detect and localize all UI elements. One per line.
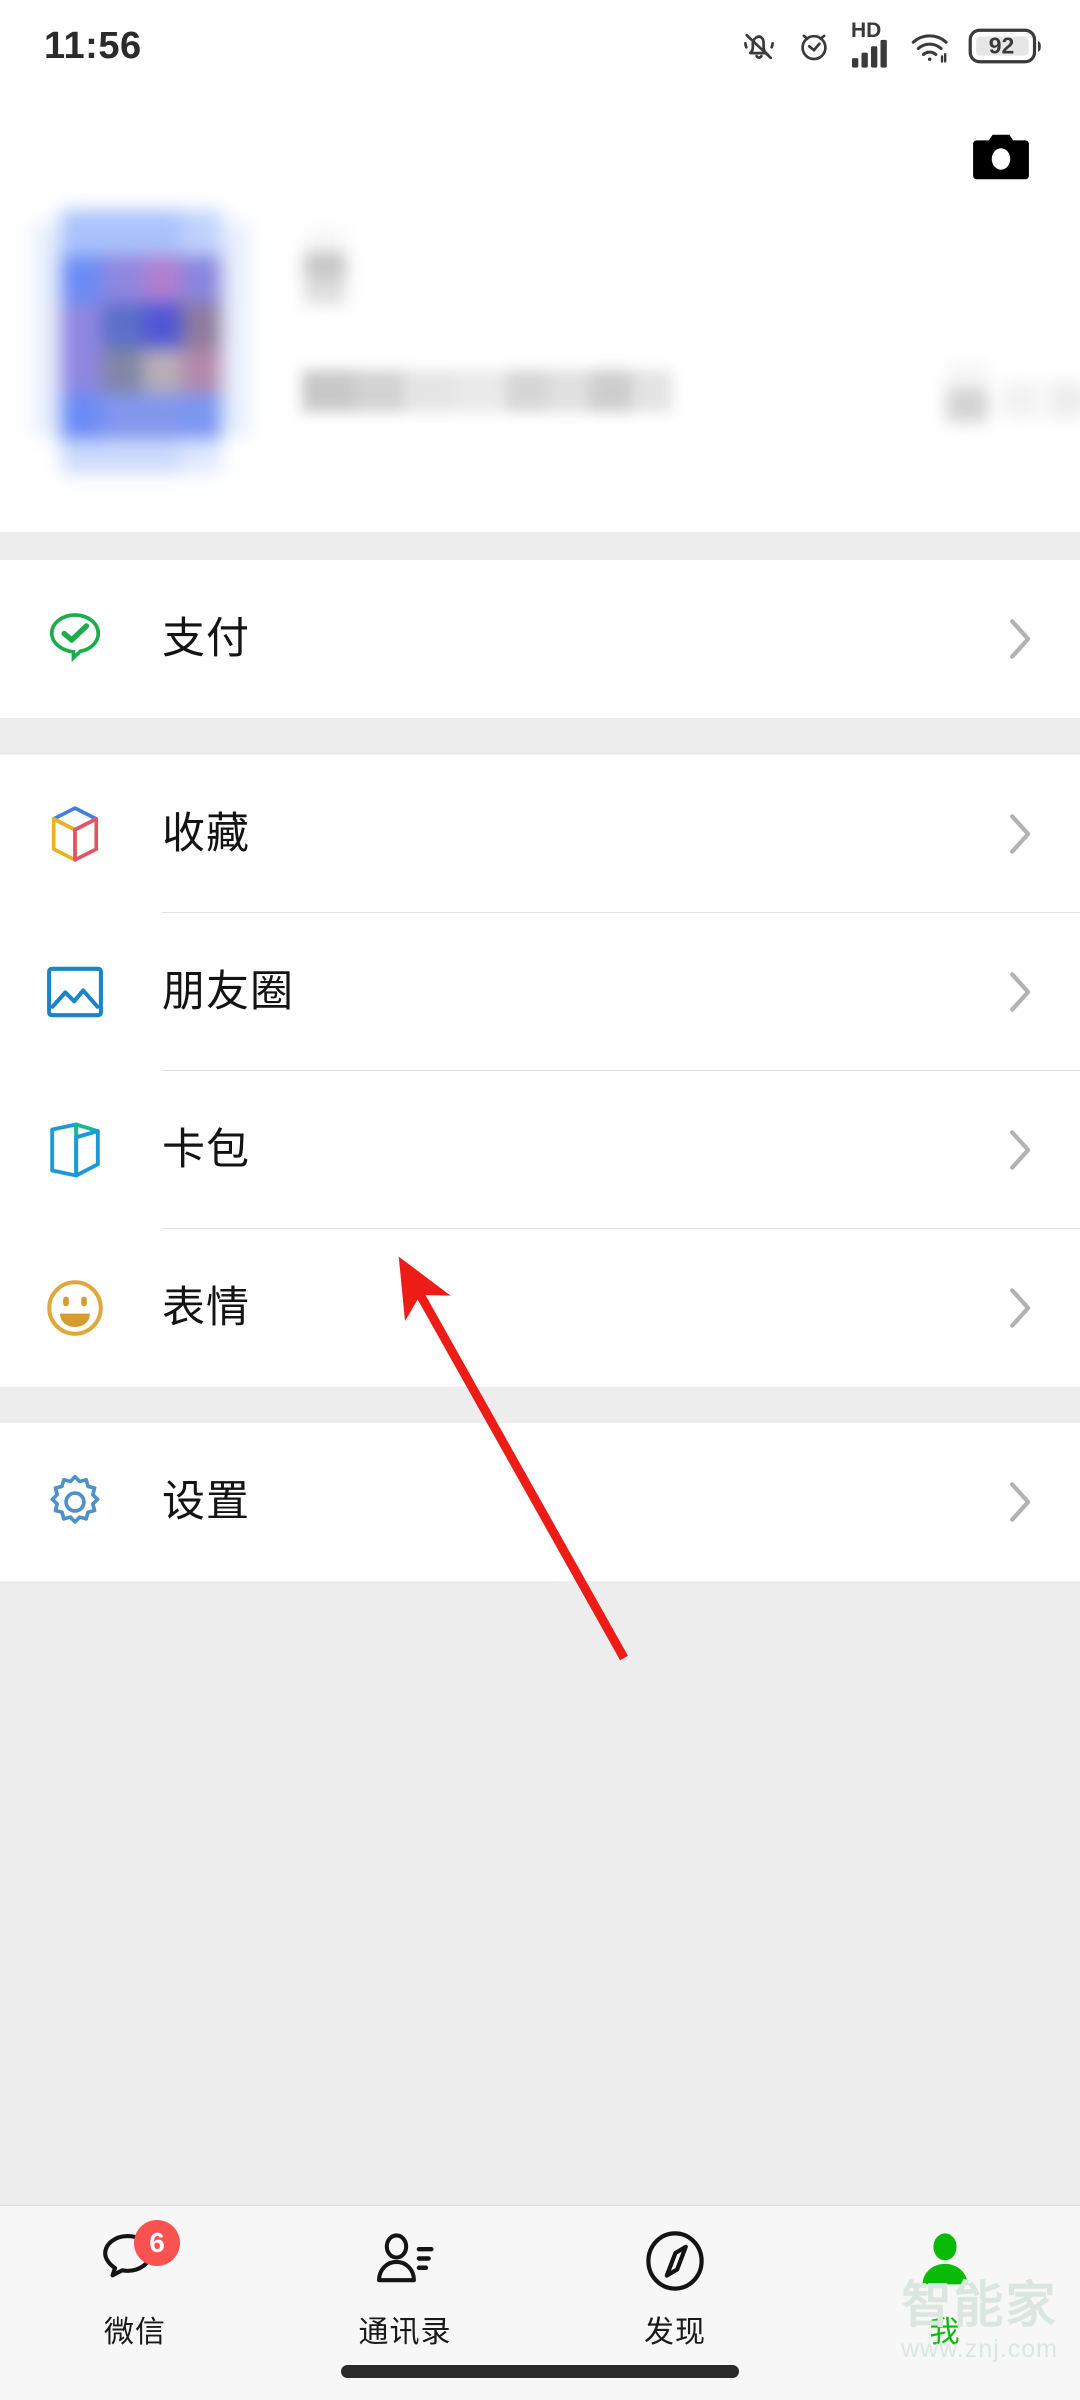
tab-label: 发现 [644,2316,706,2349]
menu-container: 支付 收藏 朋友圈 卡包 表情 设置 [0,532,1080,2271]
profile-name-blurred [304,226,346,304]
site-watermark: 智能家 www.znj.com [901,2276,1058,2365]
favorites-cube-icon [40,799,110,869]
menu-item-label: 表情 [162,1283,250,1332]
menu-item-cards[interactable]: 卡包 [0,1071,1080,1229]
settings-gear-icon [40,1467,110,1537]
chat-bubble-icon: 6 [96,2220,180,2298]
moments-photo-icon [40,957,110,1027]
menu-item-label: 设置 [162,1477,250,1526]
chevron-right-icon [1006,811,1036,857]
status-time: 11:56 [44,24,142,67]
watermark-title: 智能家 [901,2276,1058,2333]
unread-badge: 6 [134,2220,180,2266]
menu-item-stickers[interactable]: 表情 [0,1229,1080,1387]
menu-item-label: 支付 [162,614,250,663]
battery-icon: 92 [968,27,1042,65]
section-gap [0,532,1080,560]
watermark-url: www.znj.com [901,2335,1058,2363]
menu-item-label: 收藏 [162,809,250,858]
menu-item-label: 卡包 [162,1125,250,1174]
chevron-right-icon [1006,1479,1036,1525]
bell-muted-icon [740,27,778,65]
hd-label: HD [851,18,882,42]
wifi-icon [909,27,951,65]
tab-label: 通讯录 [358,2316,452,2349]
camera-icon[interactable] [964,126,1038,188]
contacts-person-icon [366,2224,444,2298]
cards-wallet-icon [40,1115,110,1185]
menu-item-pay[interactable]: 支付 [0,560,1080,718]
pay-icon [40,604,110,674]
section-gap [0,718,1080,755]
chevron-right-icon [1006,616,1036,662]
stickers-smiley-icon [40,1273,110,1343]
profile-row[interactable] [34,210,1080,473]
chevron-right-icon [1006,1285,1036,1331]
discover-compass-icon [636,2224,714,2298]
chevron-right-icon [1006,1127,1036,1173]
menu-item-label: 朋友圈 [162,967,294,1016]
empty-area [0,1581,1080,2271]
services-group: 收藏 朋友圈 卡包 表情 [0,755,1080,1387]
menu-item-moments[interactable]: 朋友圈 [0,913,1080,1071]
settings-group: 设置 [0,1423,1080,1581]
profile-header[interactable] [0,92,1080,532]
pay-group: 支付 [0,560,1080,718]
hd-signal-icon: HD [850,18,892,70]
menu-item-settings[interactable]: 设置 [0,1423,1080,1581]
wechat-id-blurred [302,370,672,412]
chevron-right-icon [1006,969,1036,1015]
tab-chats[interactable]: 6 微信 [0,2206,270,2400]
battery-level: 92 [988,32,1015,59]
home-indicator[interactable] [341,2365,739,2378]
status-bar: 11:56 HD 92 [0,0,1080,92]
avatar[interactable] [34,210,249,473]
tab-label: 微信 [104,2316,166,2349]
status-icons: HD 92 [740,18,1042,70]
menu-item-favorites[interactable]: 收藏 [0,755,1080,913]
alarm-clock-icon [795,27,833,65]
profile-qr-blurred[interactable] [914,362,1080,422]
section-gap [0,1387,1080,1423]
